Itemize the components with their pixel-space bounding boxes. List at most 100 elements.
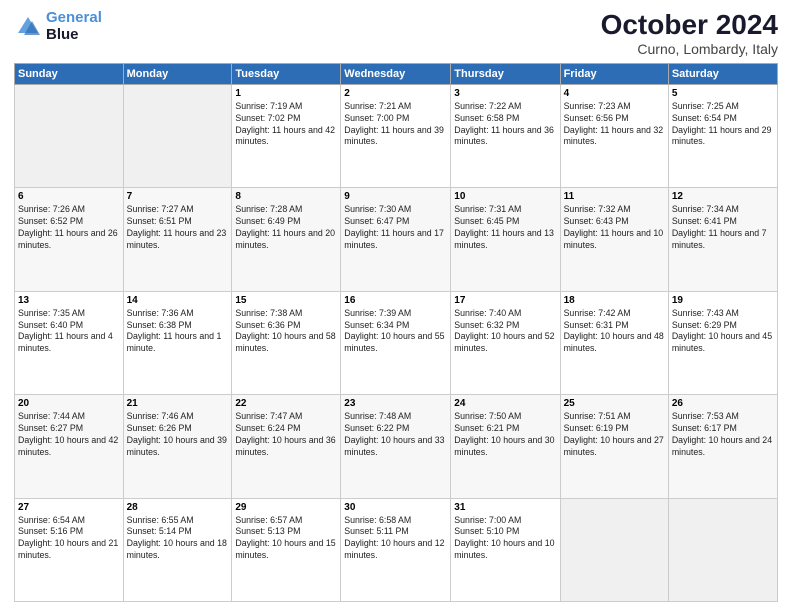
- logo-text: General Blue: [46, 10, 102, 43]
- month-title: October 2024: [601, 10, 778, 41]
- col-monday: Monday: [123, 63, 232, 84]
- day-number: 28: [127, 502, 229, 513]
- logo-icon: [14, 13, 42, 41]
- day-info: Sunrise: 7:39 AM Sunset: 6:34 PM Dayligh…: [344, 308, 447, 356]
- calendar-cell: 23Sunrise: 7:48 AM Sunset: 6:22 PM Dayli…: [341, 395, 451, 498]
- day-info: Sunrise: 7:23 AM Sunset: 6:56 PM Dayligh…: [564, 101, 665, 149]
- day-number: 24: [454, 398, 556, 409]
- calendar-week-2: 13 Sunrise: 7:35 AM Sunset: 6:40 PM Dayli…: [15, 291, 778, 394]
- day-info: Sunrise: 7:51 AM Sunset: 6:19 PM Dayligh…: [564, 411, 665, 459]
- calendar-cell: 18 Sunrise: 7:42 AM Sunset: 6:31 PM Dayli…: [560, 291, 668, 394]
- col-tuesday: Tuesday: [232, 63, 341, 84]
- day-number: 16: [344, 295, 447, 306]
- calendar-cell: [668, 498, 777, 601]
- calendar-cell: 6 Sunrise: 7:26 AM Sunset: 6:52 PM Daylig…: [15, 188, 124, 291]
- day-number: 13: [18, 295, 120, 306]
- day-number: 5: [672, 88, 774, 99]
- day-info: Sunrise: 6:55 AM Sunset: 5:14 PM Dayligh…: [127, 515, 229, 563]
- day-info: Sunrise: 7:47 AM Sunset: 6:24 PM Dayligh…: [235, 411, 337, 459]
- calendar-cell: [123, 84, 232, 187]
- day-number: 11: [564, 191, 665, 202]
- day-number: 7: [127, 191, 229, 202]
- day-info: Sunrise: 7:48 AM Sunset: 6:22 PM Dayligh…: [344, 411, 447, 459]
- day-info: Sunrise: 7:26 AM Sunset: 6:52 PM Dayligh…: [18, 204, 120, 252]
- calendar-cell: [560, 498, 668, 601]
- day-number: 17: [454, 295, 556, 306]
- day-info: Sunrise: 7:19 AM Sunset: 7:02 PM Dayligh…: [235, 101, 337, 149]
- col-thursday: Thursday: [451, 63, 560, 84]
- day-number: 22: [235, 398, 337, 409]
- day-info: Sunrise: 7:30 AM Sunset: 6:47 PM Dayligh…: [344, 204, 447, 252]
- header-row: Sunday Monday Tuesday Wednesday Thursday…: [15, 63, 778, 84]
- day-info: Sunrise: 7:31 AM Sunset: 6:45 PM Dayligh…: [454, 204, 556, 252]
- logo: General Blue: [14, 10, 102, 43]
- calendar-cell: 13 Sunrise: 7:35 AM Sunset: 6:40 PM Dayli…: [15, 291, 124, 394]
- day-number: 26: [672, 398, 774, 409]
- calendar-cell: 21Sunrise: 7:46 AM Sunset: 6:26 PM Dayli…: [123, 395, 232, 498]
- day-number: 18: [564, 295, 665, 306]
- calendar-cell: 2Sunrise: 7:21 AM Sunset: 7:00 PM Daylig…: [341, 84, 451, 187]
- calendar-week-3: 20 Sunrise: 7:44 AM Sunset: 6:27 PM Dayli…: [15, 395, 778, 498]
- day-info: Sunrise: 7:42 AM Sunset: 6:31 PM Dayligh…: [564, 308, 665, 356]
- day-info: Sunrise: 7:53 AM Sunset: 6:17 PM Dayligh…: [672, 411, 774, 459]
- day-number: 31: [454, 502, 556, 513]
- calendar-cell: 16 Sunrise: 7:39 AM Sunset: 6:34 PM Dayli…: [341, 291, 451, 394]
- calendar-cell: 3Sunrise: 7:22 AM Sunset: 6:58 PM Daylig…: [451, 84, 560, 187]
- day-info: Sunrise: 7:22 AM Sunset: 6:58 PM Dayligh…: [454, 101, 556, 149]
- day-number: 4: [564, 88, 665, 99]
- day-info: Sunrise: 7:25 AM Sunset: 6:54 PM Dayligh…: [672, 101, 774, 149]
- calendar-cell: 1 Sunrise: 7:19 AM Sunset: 7:02 PM Daylig…: [232, 84, 341, 187]
- calendar-cell: 5 Sunrise: 7:25 AM Sunset: 6:54 PM Daylig…: [668, 84, 777, 187]
- day-info: Sunrise: 6:58 AM Sunset: 5:11 PM Dayligh…: [344, 515, 447, 563]
- calendar-cell: 14 Sunrise: 7:36 AM Sunset: 6:38 PM Dayli…: [123, 291, 232, 394]
- day-number: 9: [344, 191, 447, 202]
- calendar-cell: 10 Sunrise: 7:31 AM Sunset: 6:45 PM Dayli…: [451, 188, 560, 291]
- calendar-cell: 29Sunrise: 6:57 AM Sunset: 5:13 PM Dayli…: [232, 498, 341, 601]
- day-number: 27: [18, 502, 120, 513]
- day-number: 1: [235, 88, 337, 99]
- day-info: Sunrise: 6:57 AM Sunset: 5:13 PM Dayligh…: [235, 515, 337, 563]
- calendar-cell: 31 Sunrise: 7:00 AM Sunset: 5:10 PM Dayli…: [451, 498, 560, 601]
- title-area: October 2024 Curno, Lombardy, Italy: [601, 10, 778, 57]
- day-number: 12: [672, 191, 774, 202]
- header: General Blue October 2024 Curno, Lombard…: [14, 10, 778, 57]
- calendar-cell: 25Sunrise: 7:51 AM Sunset: 6:19 PM Dayli…: [560, 395, 668, 498]
- calendar-cell: 9 Sunrise: 7:30 AM Sunset: 6:47 PM Daylig…: [341, 188, 451, 291]
- day-info: Sunrise: 7:36 AM Sunset: 6:38 PM Dayligh…: [127, 308, 229, 356]
- day-info: Sunrise: 7:44 AM Sunset: 6:27 PM Dayligh…: [18, 411, 120, 459]
- calendar-cell: 28 Sunrise: 6:55 AM Sunset: 5:14 PM Dayli…: [123, 498, 232, 601]
- day-info: Sunrise: 7:27 AM Sunset: 6:51 PM Dayligh…: [127, 204, 229, 252]
- page: General Blue October 2024 Curno, Lombard…: [0, 0, 792, 612]
- day-info: Sunrise: 7:00 AM Sunset: 5:10 PM Dayligh…: [454, 515, 556, 563]
- col-sunday: Sunday: [15, 63, 124, 84]
- day-number: 6: [18, 191, 120, 202]
- day-info: Sunrise: 7:34 AM Sunset: 6:41 PM Dayligh…: [672, 204, 774, 252]
- day-info: Sunrise: 7:43 AM Sunset: 6:29 PM Dayligh…: [672, 308, 774, 356]
- col-friday: Friday: [560, 63, 668, 84]
- calendar-cell: 30Sunrise: 6:58 AM Sunset: 5:11 PM Dayli…: [341, 498, 451, 601]
- day-number: 19: [672, 295, 774, 306]
- calendar-week-4: 27Sunrise: 6:54 AM Sunset: 5:16 PM Dayli…: [15, 498, 778, 601]
- calendar-week-1: 6 Sunrise: 7:26 AM Sunset: 6:52 PM Daylig…: [15, 188, 778, 291]
- calendar-cell: 17Sunrise: 7:40 AM Sunset: 6:32 PM Dayli…: [451, 291, 560, 394]
- calendar-cell: 11 Sunrise: 7:32 AM Sunset: 6:43 PM Dayli…: [560, 188, 668, 291]
- day-number: 20: [18, 398, 120, 409]
- calendar-cell: [15, 84, 124, 187]
- calendar-cell: 4 Sunrise: 7:23 AM Sunset: 6:56 PM Daylig…: [560, 84, 668, 187]
- day-number: 10: [454, 191, 556, 202]
- day-number: 8: [235, 191, 337, 202]
- day-number: 15: [235, 295, 337, 306]
- calendar-week-0: 1 Sunrise: 7:19 AM Sunset: 7:02 PM Daylig…: [15, 84, 778, 187]
- calendar-cell: 27Sunrise: 6:54 AM Sunset: 5:16 PM Dayli…: [15, 498, 124, 601]
- day-number: 14: [127, 295, 229, 306]
- day-info: Sunrise: 7:28 AM Sunset: 6:49 PM Dayligh…: [235, 204, 337, 252]
- day-info: Sunrise: 7:32 AM Sunset: 6:43 PM Dayligh…: [564, 204, 665, 252]
- calendar-cell: 7 Sunrise: 7:27 AM Sunset: 6:51 PM Daylig…: [123, 188, 232, 291]
- calendar-cell: 26 Sunrise: 7:53 AM Sunset: 6:17 PM Dayli…: [668, 395, 777, 498]
- day-info: Sunrise: 7:50 AM Sunset: 6:21 PM Dayligh…: [454, 411, 556, 459]
- day-info: Sunrise: 7:46 AM Sunset: 6:26 PM Dayligh…: [127, 411, 229, 459]
- day-info: Sunrise: 7:35 AM Sunset: 6:40 PM Dayligh…: [18, 308, 120, 356]
- calendar-cell: 20 Sunrise: 7:44 AM Sunset: 6:27 PM Dayli…: [15, 395, 124, 498]
- calendar-cell: 22 Sunrise: 7:47 AM Sunset: 6:24 PM Dayli…: [232, 395, 341, 498]
- col-saturday: Saturday: [668, 63, 777, 84]
